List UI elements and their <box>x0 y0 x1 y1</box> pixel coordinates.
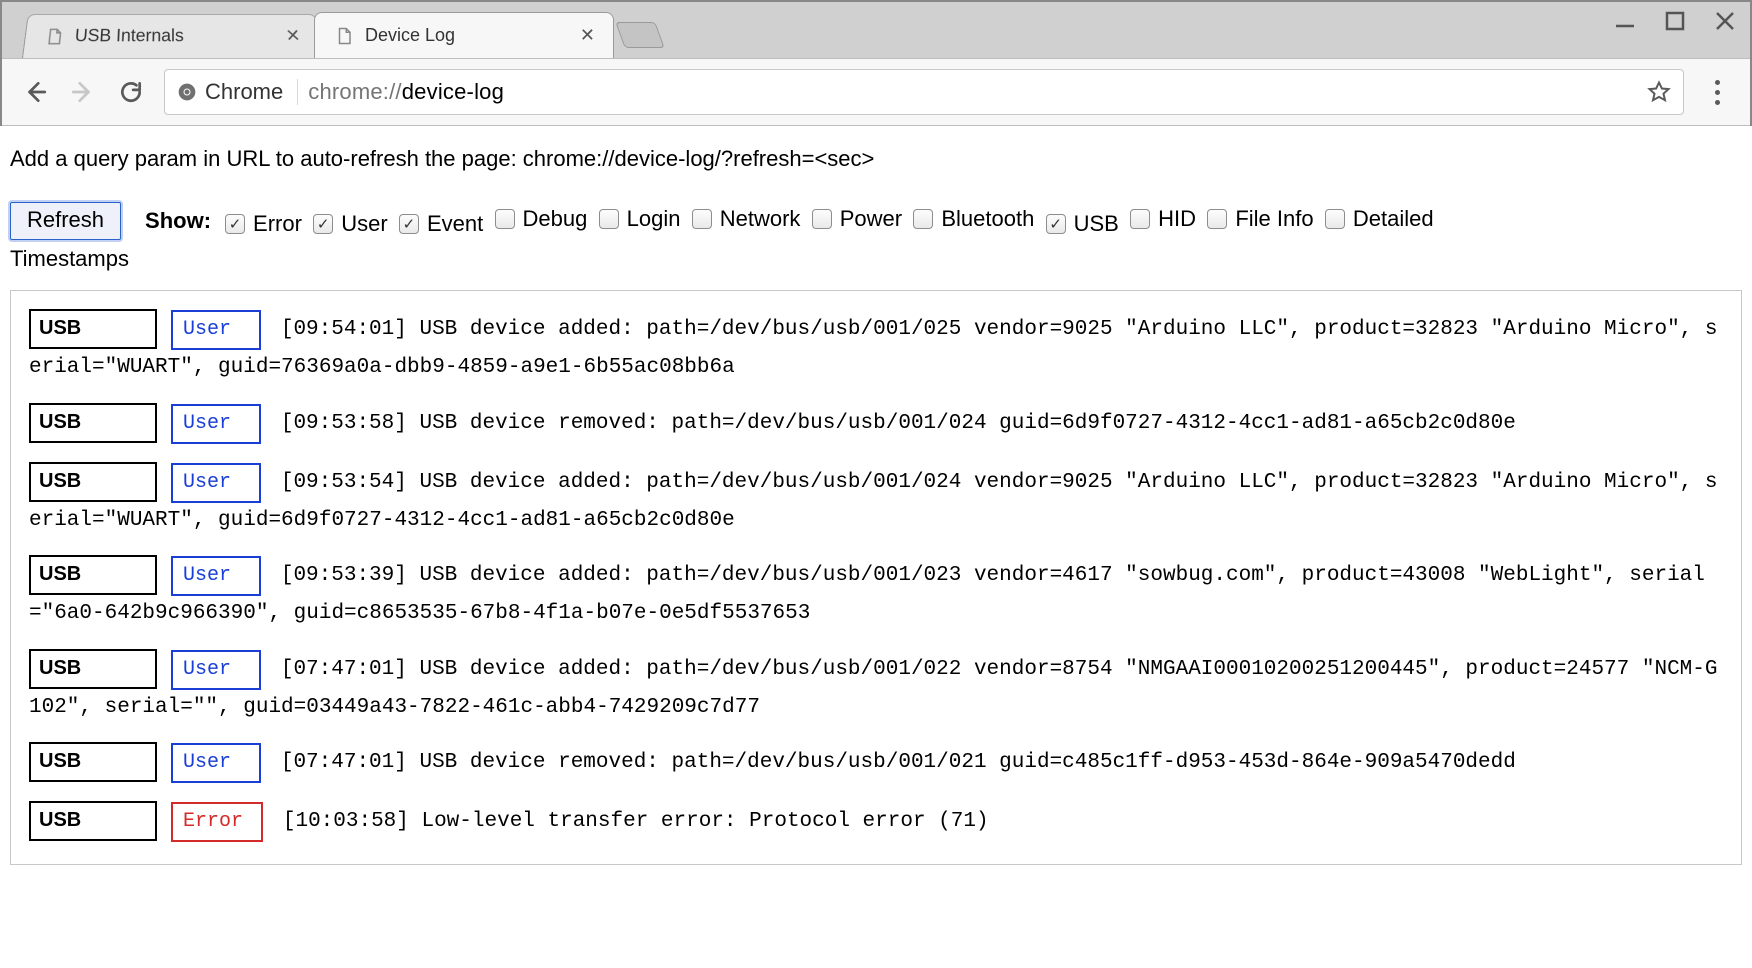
filter-label: USB <box>1074 211 1119 237</box>
checkbox-box <box>1325 209 1345 229</box>
close-tab-icon[interactable]: ✕ <box>285 26 302 46</box>
log-text: [09:54:01] USB device added: path=/dev/b… <box>29 318 1717 379</box>
filter-label: Power <box>840 206 902 232</box>
browser-tab[interactable]: USB Internals ✕ <box>22 14 322 58</box>
tab-title: USB Internals <box>74 26 275 46</box>
show-label: Show: <box>145 208 211 234</box>
checkbox-box <box>599 209 619 229</box>
filter-checkbox[interactable]: ✓ USB <box>1046 211 1119 237</box>
log-entry: USB User [09:53:58] USB device removed: p… <box>29 403 1723 444</box>
filter-checkbox[interactable]: Login <box>599 206 681 232</box>
log-text: [07:47:01] USB device removed: path=/dev… <box>281 751 1516 774</box>
file-icon <box>45 27 64 44</box>
url-chip-label: Chrome <box>205 79 283 105</box>
tab-strip: USB Internals ✕ Device Log ✕ <box>2 2 1750 58</box>
filter-label: Error <box>253 211 302 237</box>
filter-label: File Info <box>1235 206 1313 232</box>
checkbox-box <box>913 209 933 229</box>
tab-title: Device Log <box>365 25 568 46</box>
log-type-pill: USB <box>29 462 157 502</box>
filter-label: Debug <box>523 206 588 232</box>
checkbox-box <box>812 209 832 229</box>
log-type-pill: USB <box>29 742 157 782</box>
filter-label: Network <box>720 206 801 232</box>
log-level-pill: User <box>171 310 261 350</box>
bookmark-star-icon[interactable] <box>1647 80 1671 104</box>
filter-checkbox[interactable]: ✓ Error <box>225 211 302 237</box>
log-type-pill: USB <box>29 555 157 595</box>
log-entry: USB User [07:47:01] USB device removed: p… <box>29 742 1723 783</box>
checkbox-box: ✓ <box>225 214 245 234</box>
log-entry: USB User [07:47:01] USB device added: pat… <box>29 649 1723 725</box>
log-type-pill: USB <box>29 649 157 689</box>
new-tab-button[interactable] <box>615 22 664 48</box>
log-type-pill: USB <box>29 403 157 443</box>
log-text: [09:53:54] USB device added: path=/dev/b… <box>29 471 1717 532</box>
log-entry: USB User [09:54:01] USB device added: pat… <box>29 309 1723 385</box>
refresh-button[interactable]: Refresh <box>10 202 121 240</box>
filter-label: Bluetooth <box>941 206 1034 232</box>
checkbox-box <box>692 209 712 229</box>
forward-button[interactable] <box>68 77 98 107</box>
filter-label: User <box>341 211 387 237</box>
log-level-pill: User <box>171 650 261 690</box>
filter-checkbox[interactable]: Detailed <box>1325 206 1434 232</box>
browser-window: USB Internals ✕ Device Log ✕ <box>0 0 1752 126</box>
close-window-button[interactable] <box>1714 10 1736 32</box>
log-text: [09:53:39] USB device added: path=/dev/b… <box>29 564 1705 625</box>
maximize-button[interactable] <box>1664 10 1686 32</box>
file-icon <box>335 27 353 45</box>
controls-row: Refresh Show: ✓Error ✓User ✓Event Debug … <box>10 202 1742 240</box>
log-level-pill: User <box>171 463 261 503</box>
checkbox-box: ✓ <box>313 214 333 234</box>
browser-toolbar: Chrome chrome://device-log <box>2 58 1750 126</box>
chrome-icon <box>177 82 197 102</box>
log-box: USB User [09:54:01] USB device added: pat… <box>10 290 1742 865</box>
close-tab-icon[interactable]: ✕ <box>580 25 595 46</box>
window-controls <box>1614 10 1736 32</box>
filter-checkbox[interactable]: ✓ Event <box>399 211 483 237</box>
url-chip: Chrome <box>177 79 298 105</box>
filter-checkbox[interactable]: HID <box>1130 206 1196 232</box>
log-level-pill: User <box>171 556 261 596</box>
back-button[interactable] <box>20 77 50 107</box>
checkbox-box: ✓ <box>1046 214 1066 234</box>
minimize-button[interactable] <box>1614 10 1636 32</box>
browser-menu-button[interactable] <box>1702 74 1732 111</box>
filter-checkbox[interactable]: Power <box>812 206 902 232</box>
timestamps-label: Timestamps <box>10 246 1742 272</box>
log-type-pill: USB <box>29 309 157 349</box>
filter-checkbox[interactable]: Network <box>692 206 801 232</box>
log-text: [10:03:58] Low-level transfer error: Pro… <box>283 810 989 833</box>
checkbox-box <box>495 209 515 229</box>
log-text: [07:47:01] USB device added: path=/dev/b… <box>29 658 1717 719</box>
filter-checkbox[interactable]: Bluetooth <box>913 206 1034 232</box>
reload-button[interactable] <box>116 77 146 107</box>
browser-tab[interactable]: Device Log ✕ <box>314 12 614 58</box>
filter-label: Detailed <box>1353 206 1434 232</box>
log-type-pill: USB <box>29 801 157 841</box>
checkbox-box <box>1130 209 1150 229</box>
log-text: [09:53:58] USB device removed: path=/dev… <box>281 412 1516 435</box>
filter-checkbox[interactable]: ✓ User <box>313 211 387 237</box>
log-entry: USB User [09:53:39] USB device added: pat… <box>29 555 1723 631</box>
filter-label: Event <box>427 211 483 237</box>
filter-checkbox[interactable]: Debug <box>495 206 588 232</box>
auto-refresh-hint: Add a query param in URL to auto-refresh… <box>10 146 1742 172</box>
filter-checkbox[interactable]: File Info <box>1207 206 1313 232</box>
checkbox-box <box>1207 209 1227 229</box>
log-level-pill: Error <box>171 802 263 842</box>
log-level-pill: User <box>171 404 261 444</box>
url-text: chrome://device-log <box>308 79 1637 105</box>
log-level-pill: User <box>171 743 261 783</box>
address-bar[interactable]: Chrome chrome://device-log <box>164 69 1684 115</box>
checkbox-box: ✓ <box>399 214 419 234</box>
filter-label: HID <box>1158 206 1196 232</box>
filter-label: Login <box>627 206 681 232</box>
page-content: Add a query param in URL to auto-refresh… <box>0 126 1752 885</box>
log-entry: USB User [09:53:54] USB device added: pat… <box>29 462 1723 538</box>
log-entry: USB Error [10:03:58] Low-level transfer e… <box>29 801 1723 842</box>
